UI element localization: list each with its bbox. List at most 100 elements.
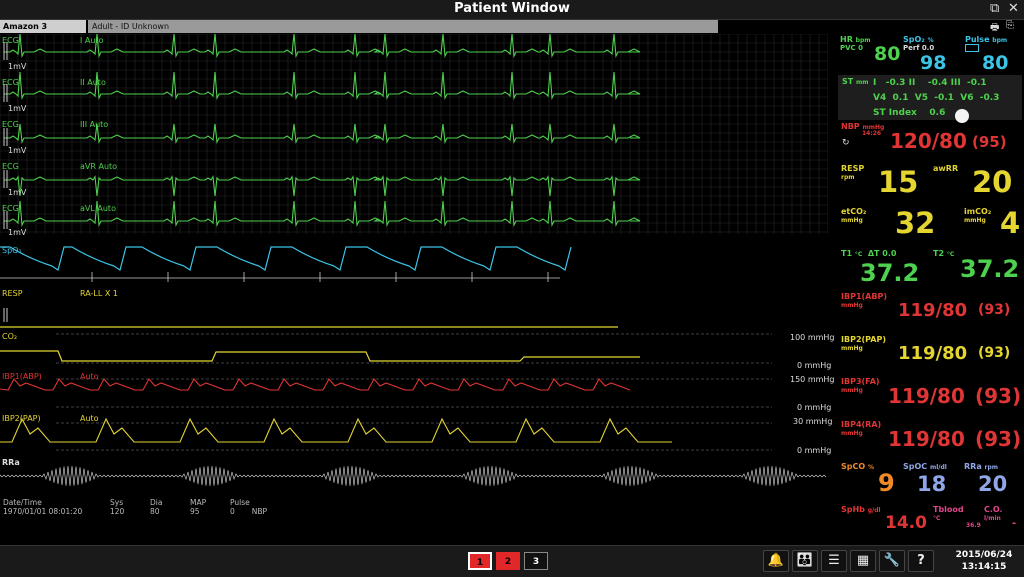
- history-cell: 80: [150, 507, 160, 516]
- ecg5-scale: 1mV: [8, 228, 27, 237]
- ecg4-label: ECG: [2, 162, 19, 171]
- ibp1-mean: (93): [978, 302, 1011, 318]
- spo2-label[interactable]: SpO₂ %: [903, 35, 934, 44]
- ibp2-wave-mode[interactable]: Auto: [80, 414, 99, 423]
- spo2-value[interactable]: 98: [920, 52, 946, 74]
- ibp2-scale-top: 30 mmHg: [793, 417, 833, 426]
- ibp4-label[interactable]: IBP4(RA): [841, 420, 881, 429]
- patient-management-icon[interactable]: 👪: [792, 550, 818, 572]
- ecg3-label: ECG: [2, 120, 19, 129]
- ibp1-label[interactable]: IBP1(ABP): [841, 292, 887, 301]
- ecg1-label: ECG: [2, 36, 19, 45]
- t1-label[interactable]: T1 °C ΔT 0.0: [841, 249, 896, 258]
- resp-unit: rpm: [841, 174, 855, 181]
- resp-lead[interactable]: RA-LL X 1: [80, 289, 118, 298]
- pvc-label: PVC 0: [840, 44, 863, 52]
- st-label: ST mm: [842, 77, 869, 86]
- spoc-label[interactable]: SpOC ml/dl: [903, 462, 947, 471]
- patient-info-bar[interactable]: Adult - ID Unknown: [88, 20, 718, 33]
- ibp3-label[interactable]: IBP3(FA): [841, 377, 880, 386]
- rra-wave-label: RRa: [2, 458, 20, 467]
- rra-value[interactable]: 20: [978, 472, 1007, 496]
- table-row[interactable]: 1970/01/01 08:01:20 120 80 95 0 NBP: [3, 507, 303, 516]
- history-header: Dia: [150, 498, 163, 507]
- st-row-1: I -0.3 II -0.4 III -0.1: [873, 78, 987, 88]
- history-cell: 1970/01/01 08:01:20: [3, 507, 83, 516]
- ecg4-scale: 1mV: [8, 188, 27, 197]
- pulse-value[interactable]: 80: [982, 52, 1008, 74]
- nbp-cycle-icon[interactable]: ↻: [842, 138, 850, 148]
- imco2-label[interactable]: imCO₂: [964, 207, 991, 216]
- awrr-value[interactable]: 20: [972, 165, 1012, 199]
- bed-tab[interactable]: Amazon 3: [0, 20, 86, 33]
- co2-wave-label: CO₂: [2, 332, 18, 341]
- imco2-unit: mmHg: [964, 217, 986, 224]
- ibp2-value[interactable]: 119/80: [898, 343, 967, 364]
- restore-icon[interactable]: ⧉: [990, 1, 999, 16]
- ecg5-lead[interactable]: aVL Auto: [80, 204, 116, 213]
- co-value: -: [1012, 518, 1017, 529]
- co2-scale-bottom: 0 mmHg: [797, 361, 832, 370]
- ecg-calibration-3: [3, 128, 8, 146]
- list-icon[interactable]: ☰: [821, 550, 847, 572]
- rra-label[interactable]: RRa rpm: [964, 462, 998, 471]
- co-unit: l/min: [984, 515, 1001, 522]
- table-header-row: Date/Time Sys Dia MAP Pulse: [3, 498, 303, 507]
- sphb-value[interactable]: 14.0: [885, 513, 927, 533]
- pulse-label[interactable]: Pulse bpm: [965, 35, 1007, 44]
- co-label[interactable]: C.O.: [984, 505, 1003, 514]
- t2-value[interactable]: 37.2: [960, 255, 1019, 283]
- ecg2-lead[interactable]: II Auto: [80, 78, 106, 87]
- spco-label[interactable]: SpCO %: [841, 462, 874, 471]
- nbp-history-table: Date/Time Sys Dia MAP Pulse 1970/01/01 0…: [3, 498, 303, 516]
- tblood-value: 36.9: [966, 522, 981, 529]
- nbp-value[interactable]: 120/80: [890, 129, 967, 153]
- t2-label[interactable]: T2 °C: [933, 249, 954, 258]
- ecg3-lead[interactable]: III Auto: [80, 120, 108, 129]
- ibp4-value[interactable]: 119/80: [888, 427, 965, 451]
- st-row-2: V4 0.1 V5 -0.1 V6 -0.3: [873, 93, 1000, 103]
- resp-label[interactable]: RESP: [841, 164, 864, 173]
- setup-wrench-icon[interactable]: 🔧: [879, 550, 905, 572]
- screen-1-button[interactable]: 1: [468, 552, 492, 570]
- tblood-unit: °C: [933, 515, 941, 522]
- help-icon[interactable]: ?: [908, 550, 934, 572]
- imco2-value[interactable]: 4: [1000, 206, 1020, 240]
- t1-value[interactable]: 37.2: [860, 259, 919, 287]
- screen-2-button[interactable]: 2: [496, 552, 520, 570]
- ibp2-label[interactable]: IBP2(PAP): [841, 335, 886, 344]
- ibp4-mean: (93): [975, 427, 1022, 451]
- hr-label[interactable]: HR bpm: [840, 35, 871, 44]
- ecg2-scale: 1mV: [8, 104, 27, 113]
- ecg4-lead[interactable]: aVR Auto: [80, 162, 117, 171]
- etco2-label[interactable]: etCO₂: [841, 207, 866, 216]
- ecg-trace-4: [4, 175, 641, 197]
- ibp1-wave-mode[interactable]: Auto: [80, 372, 99, 381]
- alarm-bell-icon[interactable]: 🔔: [763, 550, 789, 572]
- ecg1-lead[interactable]: I Auto: [80, 36, 103, 45]
- screen-3-button[interactable]: 3: [524, 552, 548, 570]
- ibp1-scale-top: 150 mmHg: [790, 375, 835, 384]
- hr-value[interactable]: 80: [874, 43, 900, 65]
- etco2-value[interactable]: 32: [895, 206, 935, 240]
- nbp-time: 14:26: [862, 130, 882, 137]
- awrr-label[interactable]: awRR: [933, 164, 958, 173]
- sphb-label[interactable]: SpHb g/dl: [841, 505, 881, 514]
- waveform-area: [0, 34, 828, 487]
- close-icon[interactable]: ✕: [1008, 1, 1019, 16]
- layout-grid-icon[interactable]: ▦: [850, 550, 876, 572]
- ibp2-trace: [0, 417, 672, 443]
- co2-trace: [0, 350, 640, 362]
- perf-label: Perf 0.0: [903, 44, 935, 52]
- pulse-source-icon: [965, 44, 979, 52]
- ibp2-unit: mmHg: [841, 345, 863, 352]
- export-icon[interactable]: ⎘: [1006, 20, 1014, 31]
- ibp3-value[interactable]: 119/80: [888, 384, 965, 408]
- ibp1-scale-bottom: 0 mmHg: [797, 403, 832, 412]
- tblood-label[interactable]: Tblood: [933, 505, 964, 514]
- resp-value[interactable]: 15: [878, 165, 918, 199]
- ibp1-value[interactable]: 119/80: [898, 300, 967, 321]
- history-header: MAP: [190, 498, 207, 507]
- spoc-value[interactable]: 18: [917, 472, 946, 496]
- spco-value[interactable]: 9: [878, 469, 895, 497]
